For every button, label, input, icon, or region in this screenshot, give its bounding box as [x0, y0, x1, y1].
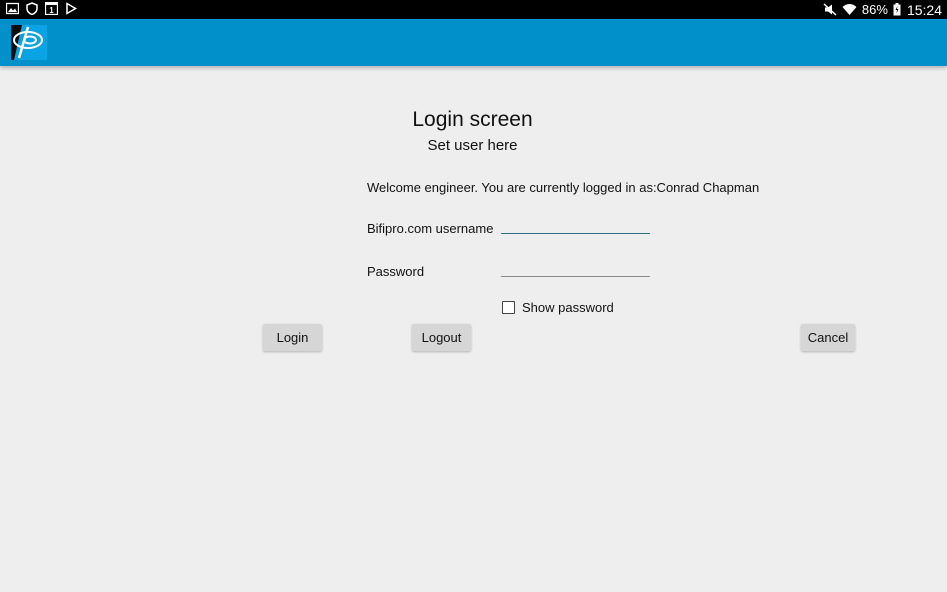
app-bar — [0, 19, 947, 66]
clock: 15:24 — [906, 1, 942, 18]
status-notification-icons: 1 — [6, 2, 77, 15]
login-button[interactable]: Login — [263, 324, 322, 351]
battery-percent: 86% — [861, 2, 888, 17]
show-password-label: Show password — [522, 300, 614, 315]
page-title: Login screen — [412, 108, 533, 131]
play-store-icon — [65, 2, 77, 15]
show-password-toggle[interactable]: Show password — [502, 300, 614, 315]
username-field[interactable] — [501, 217, 650, 234]
show-password-checkbox[interactable] — [502, 301, 515, 314]
status-system-icons: 86% 15:24 — [823, 0, 942, 19]
mute-icon — [823, 3, 837, 16]
password-field[interactable] — [501, 260, 650, 277]
password-label: Password — [367, 264, 425, 279]
app-logo-icon[interactable] — [11, 25, 47, 60]
welcome-message: Welcome engineer. You are currently logg… — [367, 180, 760, 195]
calendar-day: 1 — [49, 6, 54, 15]
calendar-icon: 1 — [45, 2, 58, 15]
battery-icon — [893, 3, 901, 16]
image-icon — [6, 2, 19, 15]
logout-button[interactable]: Logout — [412, 324, 471, 351]
cancel-button[interactable]: Cancel — [801, 324, 855, 351]
shield-icon — [26, 2, 38, 15]
page-subtitle: Set user here — [427, 137, 518, 154]
wifi-icon — [842, 3, 857, 16]
username-label: Bifipro.com username — [367, 221, 494, 236]
status-bar: 1 86% 15:24 — [0, 0, 947, 19]
